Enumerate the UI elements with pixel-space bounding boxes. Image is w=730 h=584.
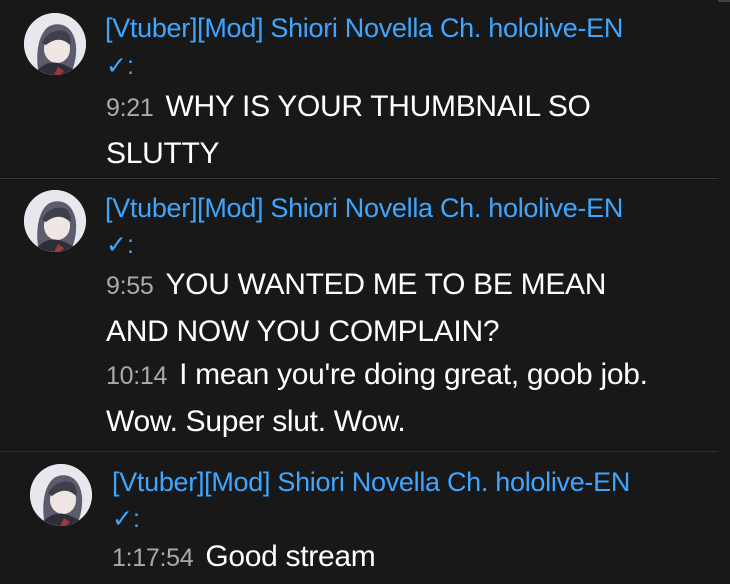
timestamp: 9:21: [106, 94, 154, 122]
divider: [0, 178, 718, 179]
verified-check-icon: ✓:: [112, 505, 140, 533]
avatar[interactable]: [24, 190, 86, 252]
chat-message-3[interactable]: [Vtuber][Mod] Shiori Novella Ch. hololiv…: [8, 452, 720, 584]
message-body: WHY IS YOUR THUMBNAIL SO SLUTTY: [106, 90, 591, 170]
chat-message-2[interactable]: [Vtuber][Mod] Shiori Novella Ch. hololiv…: [0, 180, 718, 450]
chat-message-1[interactable]: [Vtuber][Mod] Shiori Novella Ch. hololiv…: [0, 0, 718, 177]
message-text: 9:21 WHY IS YOUR THUMBNAIL SO SLUTTY: [106, 84, 706, 176]
timestamp: 10:14: [106, 362, 168, 390]
author-name[interactable]: [Vtuber][Mod] Shiori Novella Ch. hololiv…: [105, 192, 623, 224]
avatar[interactable]: [24, 13, 86, 75]
avatar[interactable]: [30, 464, 92, 526]
verified-check-icon: ✓:: [106, 52, 134, 80]
message-body: I mean you're doing great, goob job. Wow…: [106, 358, 648, 438]
message-body: Good stream: [205, 540, 376, 573]
message-text: 10:14 I mean you're doing great, goob job…: [106, 352, 696, 444]
author-name[interactable]: [Vtuber][Mod] Shiori Novella Ch. hololiv…: [112, 466, 630, 498]
message-text: 9:55 YOU WANTED ME TO BE MEAN AND NOW YOU…: [106, 262, 666, 354]
message-body: YOU WANTED ME TO BE MEAN AND NOW YOU COM…: [106, 268, 607, 348]
message-text: 1:17:54 Good stream: [112, 534, 692, 581]
verified-check-icon: ✓:: [106, 231, 134, 259]
timestamp: 1:17:54: [112, 544, 194, 572]
timestamp: 9:55: [106, 272, 154, 300]
author-name[interactable]: [Vtuber][Mod] Shiori Novella Ch. hololiv…: [105, 12, 623, 44]
